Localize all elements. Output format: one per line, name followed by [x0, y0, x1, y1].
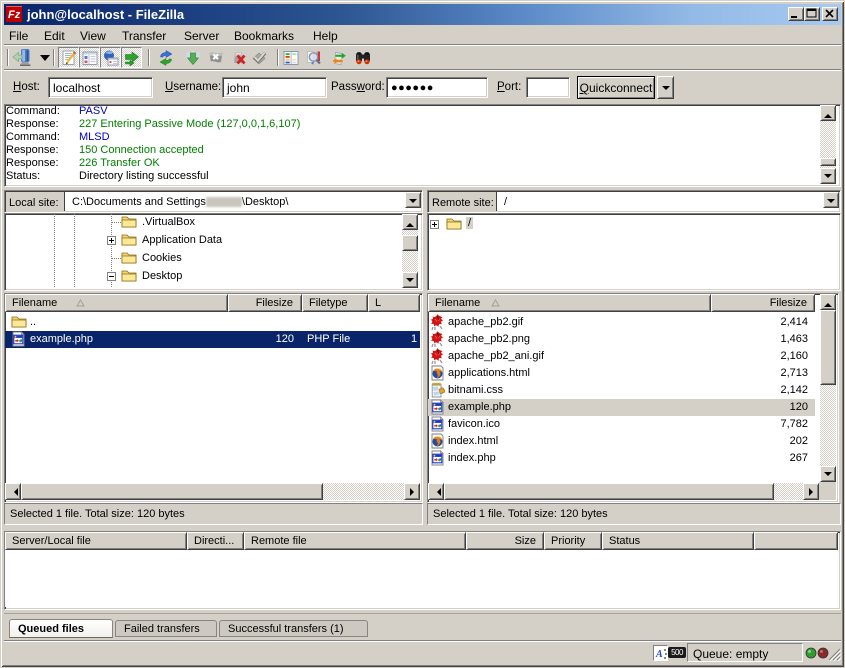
svg-text:A: A — [655, 649, 663, 660]
svg-text:Fz: Fz — [8, 9, 21, 21]
